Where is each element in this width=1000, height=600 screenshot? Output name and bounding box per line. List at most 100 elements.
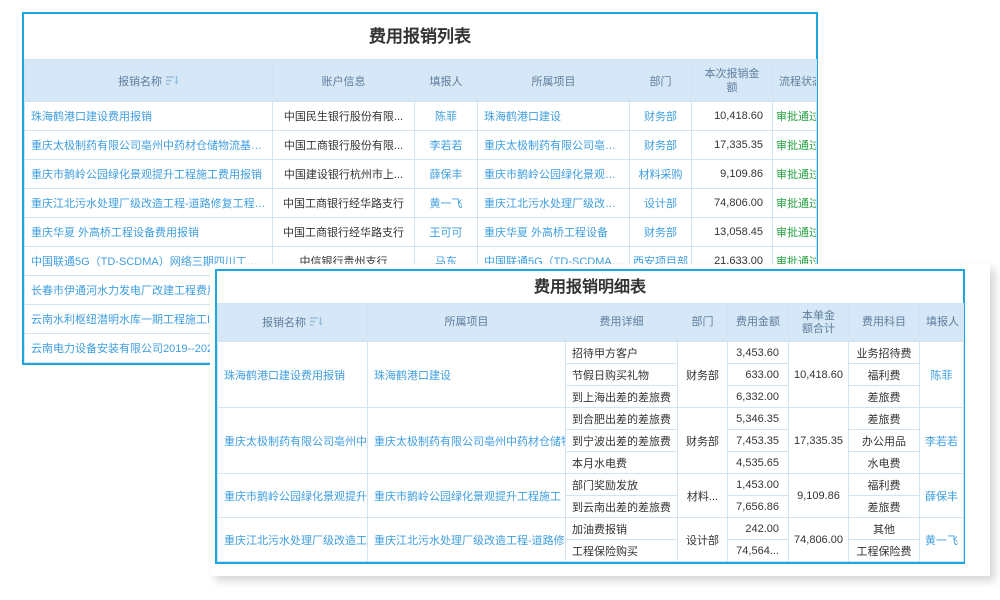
expense-list-title: 费用报销列表 [24,14,816,59]
cell-order-total: 74,806.00 [789,518,849,562]
col-header-project: 所属项目 [478,60,630,102]
cell-expense-category: 工程保险费 [849,540,920,562]
cell-expense-amount: 633.00 [728,364,789,386]
cell-name[interactable]: 重庆江北污水处理厂级改造工程-道路修复工程费用... [25,189,273,218]
cell-name[interactable]: 重庆太极制药有限公司亳州中药材仓储物流基地项... [25,131,273,160]
col-header-amount: 本次报销金额 [692,60,773,102]
cell-dept: 设计部 [630,189,692,218]
cell-account: 中国工商银行经华路支行 [273,189,415,218]
cell-order-total: 10,418.60 [789,342,849,408]
cell-project: 重庆太极制药有限公司亳州中... [478,131,630,160]
cell-expense-amount: 3,453.60 [728,342,789,364]
col-header-name-label: 报销名称 [262,317,306,329]
cell-dept: 财务部 [630,131,692,160]
cell-amount: 13,058.45 [692,218,773,247]
cell-status: 审批通过 [773,160,817,189]
cell-expense-amount: 7,656.86 [728,496,789,518]
cell-project: 重庆江北污水处理厂级改造工... [478,189,630,218]
table-row: 重庆市鹅岭公园绿化景观提升工程施工费用报销重庆市鹅岭公园绿化景观提升工程施工部门… [218,474,964,496]
col-header-project-label: 所属项目 [445,316,489,328]
col-header-reporter: 填报人 [415,60,478,102]
cell-expense-detail: 到云南出差的差旅费 [566,496,678,518]
cell-expense-amount: 242.00 [728,518,789,540]
cell-name[interactable]: 重庆华夏 外高桥工程设备费用报销 [25,218,273,247]
cell-department: 财务部 [678,342,728,408]
cell-expense-category: 差旅费 [849,496,920,518]
sort-descending-icon[interactable] [166,75,179,86]
sort-descending-icon[interactable] [310,316,323,327]
cell-expense-detail: 到上海出差的差旅费 [566,386,678,408]
cell-name[interactable]: 珠海鹤港口建设费用报销 [218,342,368,408]
cell-status: 审批通过 [773,189,817,218]
cell-project: 重庆江北污水处理厂级改造工程-道路修复工程 [368,518,566,562]
cell-amount: 17,335.35 [692,131,773,160]
cell-expense-detail: 招待甲方客户 [566,342,678,364]
cell-expense-detail: 本月水电费 [566,452,678,474]
col-header-reporter-label: 填报人 [430,76,463,88]
cell-project: 重庆华夏 外高桥工程设备 [478,218,630,247]
cell-dept: 财务部 [630,102,692,131]
cell-reporter: 王可可 [415,218,478,247]
cell-name[interactable]: 重庆太极制药有限公司亳州中药材仓储物流基地项目费用报销 [218,408,368,474]
col-header-expense-detail-label: 费用详细 [600,316,644,328]
col-header-reporter-label: 填报人 [926,316,959,328]
table-row: 重庆太极制药有限公司亳州中药材仓储物流基地项...中国工商银行股份有限...李若… [25,131,817,160]
col-header-project-label: 所属项目 [532,76,576,88]
cell-reporter: 李若若 [415,131,478,160]
cell-reporter: 黄一飞 [415,189,478,218]
cell-project: 珠海鹤港口建设 [368,342,566,408]
col-header-order-total: 本单金额合计 [789,304,849,342]
col-header-account-label: 账户信息 [322,76,366,88]
col-header-expense-category-label: 费用科目 [862,316,906,328]
cell-expense-category: 差旅费 [849,386,920,408]
cell-expense-amount: 74,564... [728,540,789,562]
cell-expense-detail: 加油费报销 [566,518,678,540]
cell-account: 中国建设银行杭州市上... [273,160,415,189]
col-header-amount-label: 本次报销金额 [705,68,760,94]
col-header-department-label: 部门 [650,76,672,88]
cell-name[interactable]: 重庆市鹅岭公园绿化景观提升工程施工费用报销 [25,160,273,189]
cell-reporter: 李若若 [920,408,964,474]
cell-name[interactable]: 重庆市鹅岭公园绿化景观提升工程施工费用报销 [218,474,368,518]
cell-expense-category: 其他 [849,518,920,540]
col-header-department: 部门 [630,60,692,102]
cell-department: 财务部 [678,408,728,474]
cell-order-total: 9,109.86 [789,474,849,518]
cell-reporter: 陈菲 [415,102,478,131]
col-header-project: 所属项目 [368,304,566,342]
col-header-expense-amount: 费用金额 [728,304,789,342]
col-header-expense-amount-label: 费用金额 [736,316,780,328]
table-row: 重庆太极制药有限公司亳州中药材仓储物流基地项目费用报销重庆太极制药有限公司亳州中… [218,408,964,430]
cell-expense-detail: 到合肥出差的差旅费 [566,408,678,430]
cell-expense-amount: 6,332.00 [728,386,789,408]
cell-expense-detail: 部门奖励发放 [566,474,678,496]
col-header-account: 账户信息 [273,60,415,102]
cell-name[interactable]: 重庆江北污水处理厂级改造工程-道路修复工程费用报销 [218,518,368,562]
cell-order-total: 17,335.35 [789,408,849,474]
col-header-department-label: 部门 [692,316,714,328]
cell-dept: 材料采购 [630,160,692,189]
col-header-department: 部门 [678,304,728,342]
cell-account: 中国民生银行股份有限... [273,102,415,131]
cell-project: 重庆太极制药有限公司亳州中药材仓储物流基地 [368,408,566,474]
cell-reporter: 薛保丰 [920,474,964,518]
cell-status: 审批通过 [773,218,817,247]
cell-name[interactable]: 珠海鹤港口建设费用报销 [25,102,273,131]
table-row: 重庆江北污水处理厂级改造工程-道路修复工程费用报销重庆江北污水处理厂级改造工程-… [218,518,964,540]
col-header-order-total-label: 本单金额合计 [802,310,835,335]
col-header-name[interactable]: 报销名称 [25,60,273,102]
cell-expense-amount: 4,535.65 [728,452,789,474]
cell-project: 重庆市鹅岭公园绿化景观提升... [478,160,630,189]
cell-project: 珠海鹤港口建设 [478,102,630,131]
cell-amount: 74,806.00 [692,189,773,218]
cell-expense-detail: 工程保险购买 [566,540,678,562]
col-header-name[interactable]: 报销名称 [218,304,368,342]
cell-reporter: 陈菲 [920,342,964,408]
cell-dept: 财务部 [630,218,692,247]
col-header-expense-category: 费用科目 [849,304,920,342]
cell-expense-detail: 到宁波出差的差旅费 [566,430,678,452]
expense-detail-table: 报销名称 所属项目 费用详细 部门 费用金额 本单金额合计 费用科目 填报人 珠海鹤港口建设费… [217,303,964,562]
cell-expense-category: 水电费 [849,452,920,474]
col-header-status: 流程状态 [773,60,817,102]
table-row: 重庆市鹅岭公园绿化景观提升工程施工费用报销中国建设银行杭州市上...薛保丰重庆市… [25,160,817,189]
